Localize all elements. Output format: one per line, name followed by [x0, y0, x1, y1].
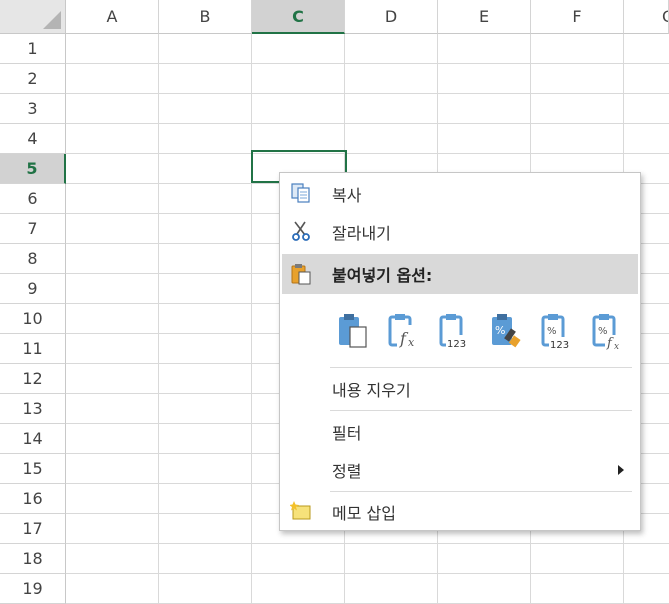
menu-item-copy[interactable]: 복사	[282, 175, 638, 213]
row-header-19[interactable]: 19	[0, 574, 66, 604]
scissors-icon	[292, 221, 310, 241]
column-header-g-label: G	[662, 7, 668, 26]
paste-values-number-format-icon: % 123	[541, 314, 575, 351]
svg-text:123: 123	[447, 339, 466, 350]
paste-values-number-format-button[interactable]: % 123	[540, 311, 578, 351]
paste-formulas-button[interactable]: f x	[387, 311, 425, 351]
submenu-arrow-icon	[618, 465, 624, 475]
select-all-corner[interactable]	[0, 0, 66, 34]
row-header-7[interactable]: 7	[0, 214, 66, 244]
svg-text:123: 123	[550, 340, 569, 351]
row-header-11[interactable]: 11	[0, 334, 66, 364]
column-header-g[interactable]: G	[624, 0, 669, 34]
row-header-2[interactable]: 2	[0, 64, 66, 94]
copy-icon	[291, 183, 310, 203]
column-header-a[interactable]: A	[66, 0, 159, 34]
paste-formatting-icon: %	[492, 314, 521, 348]
column-header-c[interactable]: C	[252, 0, 345, 34]
paste-values-button[interactable]: 123	[438, 311, 476, 351]
row-header-12[interactable]: 12	[0, 364, 66, 394]
menu-item-sort-label: 정렬	[332, 462, 362, 481]
menu-item-sort[interactable]: 정렬	[282, 451, 638, 489]
paste-icon	[339, 314, 367, 348]
menu-separator	[330, 410, 632, 411]
paste-formatting-button[interactable]: %	[489, 311, 527, 351]
menu-item-cut-label: 잘라내기	[332, 224, 391, 243]
paste-formulas-number-format-button[interactable]: % f x	[591, 311, 629, 352]
menu-separator	[330, 367, 632, 368]
svg-text:%: %	[495, 324, 505, 337]
row-header-17[interactable]: 17	[0, 514, 66, 544]
svg-text:x: x	[408, 336, 415, 349]
menu-item-filter[interactable]: 필터	[282, 413, 638, 451]
row-header-13[interactable]: 13	[0, 394, 66, 424]
row-header-4[interactable]: 4	[0, 124, 66, 154]
row-header-9[interactable]: 9	[0, 274, 66, 304]
row-header-3[interactable]: 3	[0, 94, 66, 124]
menu-item-clear-contents[interactable]: 내용 지우기	[282, 370, 638, 408]
column-header-d[interactable]: D	[345, 0, 438, 34]
menu-item-paste-options: 붙여넣기 옵션:	[282, 254, 638, 294]
row-header-1[interactable]: 1	[0, 34, 66, 64]
menu-item-cut[interactable]: 잘라내기	[282, 213, 638, 251]
paste-values-icon: 123	[439, 314, 472, 350]
menu-item-clear-contents-label: 내용 지우기	[332, 381, 411, 400]
row-header-6[interactable]: 6	[0, 184, 66, 214]
row-header-14[interactable]: 14	[0, 424, 66, 454]
row-header-18[interactable]: 18	[0, 544, 66, 574]
row-header-5[interactable]: 5	[0, 154, 66, 184]
menu-item-filter-label: 필터	[332, 424, 362, 443]
context-menu: 복사 잘라내기 붙여넣기 옵션: f x 123 % % 123 % f x 내…	[279, 172, 641, 531]
svg-text:x: x	[614, 342, 619, 351]
row-header-8[interactable]: 8	[0, 244, 66, 274]
menu-item-insert-comment[interactable]: 메모 삽입	[282, 493, 638, 531]
row-header-10[interactable]: 10	[0, 304, 66, 334]
column-header-f[interactable]: F	[531, 0, 624, 34]
svg-text:%: %	[547, 326, 557, 337]
menu-item-copy-label: 복사	[332, 186, 362, 205]
row-header-15[interactable]: 15	[0, 454, 66, 484]
menu-separator	[330, 491, 632, 492]
paste-options-buttons: f x 123 % % 123 % f x	[336, 307, 636, 355]
clipboard-icon	[291, 264, 311, 285]
menu-item-paste-options-label: 붙여넣기 옵션:	[332, 266, 433, 285]
paste-button[interactable]	[336, 311, 374, 351]
row-header-16[interactable]: 16	[0, 484, 66, 514]
select-all-triangle-icon	[43, 11, 61, 29]
comment-icon	[290, 501, 311, 520]
paste-formulas-icon: f x	[388, 314, 419, 349]
column-header-e[interactable]: E	[438, 0, 531, 34]
paste-formulas-number-format-icon: % f x	[592, 314, 625, 352]
menu-item-insert-comment-label: 메모 삽입	[332, 504, 396, 523]
column-header-b[interactable]: B	[159, 0, 252, 34]
